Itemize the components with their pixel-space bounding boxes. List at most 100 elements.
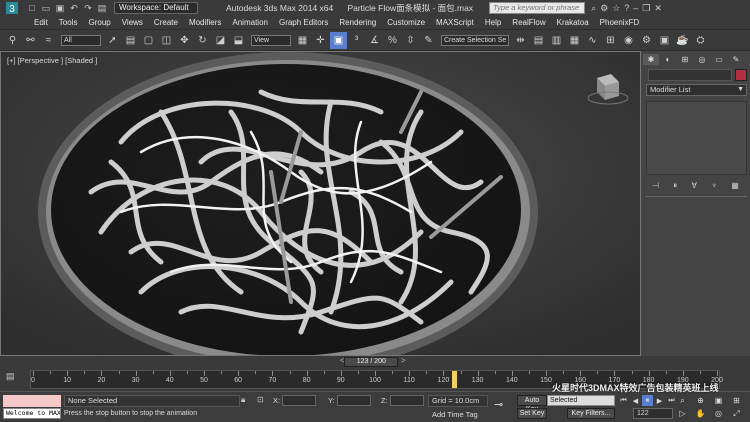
reference-coordinate-dropdown[interactable]: View xyxy=(251,34,291,46)
close-icon[interactable]: ✕ xyxy=(654,3,662,14)
modifier-list-dropdown[interactable]: Modifier List ▼ xyxy=(646,84,747,96)
modifier-stack[interactable] xyxy=(646,101,747,175)
bind-space-warp-icon[interactable]: ≈ xyxy=(40,32,57,49)
key-mode-dropdown[interactable]: Selected xyxy=(547,395,615,406)
hierarchy-tab-icon[interactable]: ⊞ xyxy=(677,54,693,65)
utilities-tab-icon[interactable]: ✎ xyxy=(728,54,744,65)
rendered-frame-window-icon[interactable]: ▣ xyxy=(656,32,673,49)
absolute-mode-icon[interactable]: ⊡ xyxy=(257,395,264,404)
selection-filter-dropdown[interactable]: All xyxy=(61,34,101,46)
workspace-dropdown[interactable]: Workspace: Default xyxy=(114,2,198,14)
menu-animation[interactable]: Animation xyxy=(232,18,268,27)
material-editor-icon[interactable]: ◉ xyxy=(620,32,637,49)
select-and-move-icon[interactable]: ✥ xyxy=(176,32,193,49)
current-frame-field[interactable]: 122 xyxy=(633,408,673,419)
zoom-icon[interactable]: ⌕ xyxy=(675,395,690,406)
edit-named-selection-icon[interactable]: ✎ xyxy=(420,32,437,49)
window-crossing-icon[interactable]: ◫ xyxy=(158,32,175,49)
percent-snap-icon[interactable]: % xyxy=(384,32,401,49)
manipulate-icon[interactable]: ✛ xyxy=(312,32,329,49)
selection-region-icon[interactable]: ▢ xyxy=(140,32,157,49)
menu-group[interactable]: Group xyxy=(88,18,110,27)
set-key-icon[interactable]: ⊸ xyxy=(494,398,503,411)
zoom-extents-icon[interactable]: ▣ xyxy=(711,395,726,406)
field-of-view-icon[interactable]: ▷ xyxy=(675,408,690,419)
menu-maxscript[interactable]: MAXScript xyxy=(436,18,474,27)
save-icon[interactable]: ▣ xyxy=(54,2,66,14)
redo-icon[interactable]: ↷ xyxy=(82,2,94,14)
pivot-center-icon[interactable]: ▦ xyxy=(294,32,311,49)
align-icon[interactable]: ▤ xyxy=(530,32,547,49)
current-frame-marker[interactable] xyxy=(451,371,457,388)
key-filters-button[interactable]: Key Filters... xyxy=(567,408,615,419)
render-setup-icon[interactable]: ⚙ xyxy=(638,32,655,49)
named-selection-sets-dropdown[interactable]: Create Selection Se xyxy=(441,34,509,46)
viewport-label[interactable]: [+] [Perspective ] [Shaded ] xyxy=(7,56,97,65)
app-logo-icon[interactable]: 3 xyxy=(0,0,24,16)
menu-edit[interactable]: Edit xyxy=(34,18,48,27)
motion-tab-icon[interactable]: ◎ xyxy=(694,54,710,65)
next-frame-icon[interactable]: ▶ xyxy=(654,395,665,406)
place-icon[interactable]: ⬓ xyxy=(230,32,247,49)
orbit-icon[interactable]: ◎ xyxy=(711,408,726,419)
modify-tab-icon[interactable]: ◐ xyxy=(660,54,676,65)
curve-editor-icon[interactable]: ∿ xyxy=(584,32,601,49)
auto-key-button[interactable]: Auto Key xyxy=(517,395,547,413)
perspective-viewport[interactable]: [+] [Perspective ] [Shaded ] xyxy=(0,51,641,356)
make-unique-icon[interactable]: ∀ xyxy=(691,181,696,191)
minimize-icon[interactable]: – xyxy=(633,3,638,14)
subscription-icon[interactable]: ⚙ xyxy=(600,3,608,14)
y-coordinate-field[interactable] xyxy=(336,395,371,406)
display-tab-icon[interactable]: ▭ xyxy=(711,54,727,65)
maximize-viewport-icon[interactable]: ⤢ xyxy=(729,408,744,419)
schematic-view-icon[interactable]: ⊞ xyxy=(602,32,619,49)
graphite-modeling-icon[interactable]: ▦ xyxy=(566,32,583,49)
help-icon[interactable]: ? xyxy=(624,3,629,14)
object-name-field[interactable] xyxy=(648,69,732,81)
communication-center-icon[interactable]: ☆ xyxy=(612,3,620,14)
render-production-icon[interactable]: ☕ xyxy=(674,32,691,49)
time-slider[interactable]: < 123 / 200 > xyxy=(0,356,750,368)
pan-icon[interactable]: ✋ xyxy=(693,408,708,419)
maxscript-mini-listener[interactable]: Welcome to MAX xyxy=(3,395,61,420)
menu-help[interactable]: Help xyxy=(485,18,501,27)
menu-rendering[interactable]: Rendering xyxy=(339,18,376,27)
previous-frame-icon[interactable]: ◀ xyxy=(630,395,641,406)
menu-graph-editors[interactable]: Graph Editors xyxy=(279,18,328,27)
project-folder-icon[interactable]: ▤ xyxy=(96,2,108,14)
menu-customize[interactable]: Customize xyxy=(387,18,425,27)
next-frame-icon[interactable]: > xyxy=(401,356,406,365)
menu-create[interactable]: Create xyxy=(154,18,178,27)
search-input[interactable]: Type a keyword or phrase xyxy=(489,2,586,14)
menu-phoenixfd[interactable]: PhoenixFD xyxy=(600,18,640,27)
snaps-toggle-icon[interactable]: ³ xyxy=(348,32,365,49)
remove-modifier-icon[interactable]: ♆ xyxy=(711,181,717,191)
object-color-swatch[interactable] xyxy=(735,69,747,81)
zoom-all-icon[interactable]: ⊕ xyxy=(693,395,708,406)
menu-realflow[interactable]: RealFlow xyxy=(512,18,545,27)
select-by-name-icon[interactable]: ▤ xyxy=(122,32,139,49)
z-coordinate-field[interactable] xyxy=(389,395,424,406)
add-time-tag[interactable]: Add Time Tag xyxy=(432,410,478,419)
menu-modifiers[interactable]: Modifiers xyxy=(189,18,221,27)
search-icon[interactable]: ⌕ xyxy=(591,3,596,14)
listener-output[interactable] xyxy=(3,395,61,407)
select-object-icon[interactable]: ➚ xyxy=(104,32,121,49)
keyboard-shortcut-override-icon[interactable]: ▣ xyxy=(330,31,347,49)
select-and-link-icon[interactable]: ⚲ xyxy=(4,32,21,49)
restore-icon[interactable]: ❐ xyxy=(642,3,650,14)
unlink-icon[interactable]: ⚯ xyxy=(22,32,39,49)
select-and-rotate-icon[interactable]: ↻ xyxy=(194,32,211,49)
x-coordinate-field[interactable] xyxy=(282,395,317,406)
angle-snap-icon[interactable]: ∡ xyxy=(366,32,383,49)
undo-icon[interactable]: ↶ xyxy=(68,2,80,14)
stop-icon[interactable]: ⏸ xyxy=(642,395,653,406)
configure-modifier-sets-icon[interactable]: ▦ xyxy=(731,181,739,191)
new-file-icon[interactable]: □ xyxy=(26,2,38,14)
go-to-start-icon[interactable]: ⏮ xyxy=(618,395,629,406)
create-tab-icon[interactable]: ✱ xyxy=(643,54,659,65)
set-key-button[interactable]: Set Key xyxy=(517,408,547,419)
show-end-result-icon[interactable]: ⏸ xyxy=(673,181,677,191)
spinner-snap-icon[interactable]: ⇳ xyxy=(402,32,419,49)
layer-manager-icon[interactable]: ▥ xyxy=(548,32,565,49)
